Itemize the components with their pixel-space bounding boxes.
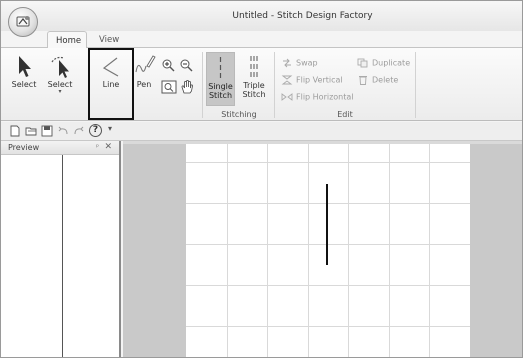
undo-icon[interactable] (57, 125, 69, 137)
zoom-in-button[interactable] (161, 58, 175, 72)
duplicate-button[interactable]: Duplicate (357, 58, 410, 68)
duplicate-label: Duplicate (372, 58, 411, 68)
open-folder-icon[interactable] (25, 125, 37, 137)
preview-divider (62, 155, 63, 357)
lasso-select-icon (51, 56, 69, 78)
stitch-line[interactable] (186, 144, 470, 358)
new-file-icon[interactable] (9, 125, 21, 137)
redo-icon[interactable] (73, 125, 85, 137)
pen-label: Pen (136, 80, 152, 89)
stitching-group-label: Stitching (221, 110, 257, 119)
title-bar: Untitled - Stitch Design Factory (1, 1, 522, 31)
triple-stitch-icon (250, 56, 258, 77)
line-tool-button[interactable]: Line (93, 52, 129, 89)
zoom-out-icon (180, 59, 193, 72)
swap-label: Swap (296, 58, 318, 68)
tab-view[interactable]: View (91, 31, 131, 48)
pan-button[interactable] (180, 79, 194, 95)
triple-stitch-button[interactable]: Triple Stitch (238, 52, 270, 106)
application-menu-button[interactable] (8, 7, 38, 37)
app-window: Untitled - Stitch Design Factory Home Vi… (0, 0, 523, 358)
single-stitch-label-line1: Single (208, 82, 233, 91)
window-title: Untitled - Stitch Design Factory (232, 11, 373, 21)
arrow-cursor-icon (19, 56, 31, 77)
swap-button[interactable]: Swap (281, 58, 318, 68)
app-logo-icon (16, 16, 30, 27)
customize-dropdown-icon[interactable]: ▾ (108, 124, 120, 136)
flip-vertical-button[interactable]: Flip Vertical (281, 75, 343, 85)
swap-icon (283, 58, 291, 68)
single-stitch-icon (219, 57, 222, 78)
triple-stitch-label-line2: Stitch (242, 90, 266, 99)
fit-to-window-button[interactable] (161, 80, 177, 94)
zoom-out-button[interactable] (179, 58, 193, 72)
zoom-in-icon (162, 59, 175, 72)
pin-icon[interactable]: ᵖ (96, 143, 99, 151)
canvas-area[interactable] (123, 141, 522, 358)
edit-group-label: Edit (337, 110, 353, 119)
quick-access-toolbar: ? ▾ (1, 122, 522, 141)
flip-horizontal-icon (281, 93, 293, 101)
group-separator (202, 52, 203, 118)
delete-button[interactable]: Delete (357, 75, 398, 85)
flip-vertical-icon (281, 75, 293, 85)
group-separator (415, 52, 416, 118)
save-icon[interactable] (41, 125, 53, 137)
preview-header: Preview ᵖ ✕ (1, 141, 119, 155)
delete-label: Delete (372, 75, 399, 85)
single-stitch-button[interactable]: Single Stitch (206, 52, 235, 106)
tab-home[interactable]: Home (47, 31, 87, 48)
flip-vertical-label: Flip Vertical (296, 75, 343, 85)
chevron-down-icon: ▾ (58, 88, 62, 95)
select-button[interactable]: Select (9, 52, 39, 89)
line-tool-icon (102, 57, 119, 77)
preview-pane: Preview ᵖ ✕ (1, 141, 121, 357)
close-icon[interactable]: ✕ (104, 142, 112, 152)
pen-tool-icon (135, 55, 156, 73)
pen-tool-button[interactable]: Pen (131, 52, 157, 89)
hand-pan-icon (181, 80, 193, 94)
triple-stitch-label-line1: Triple (243, 81, 265, 90)
group-separator (274, 52, 275, 118)
fit-to-window-icon (161, 80, 177, 94)
single-stitch-label-line2: Stitch (208, 91, 233, 100)
line-label: Line (102, 80, 120, 89)
select-dropdown-button[interactable]: Select ▾ (43, 52, 77, 95)
select-label: Select (11, 80, 37, 89)
ribbon: Select Select ▾ Line Pen Single Stitch T… (1, 47, 522, 121)
design-page[interactable] (186, 144, 470, 358)
flip-horizontal-label: Flip Horizontal (296, 92, 354, 102)
trash-icon (359, 76, 367, 85)
duplicate-icon (357, 58, 368, 68)
preview-title: Preview (8, 143, 40, 152)
help-icon[interactable]: ? (89, 124, 102, 137)
flip-horizontal-button[interactable]: Flip Horizontal (281, 92, 354, 102)
